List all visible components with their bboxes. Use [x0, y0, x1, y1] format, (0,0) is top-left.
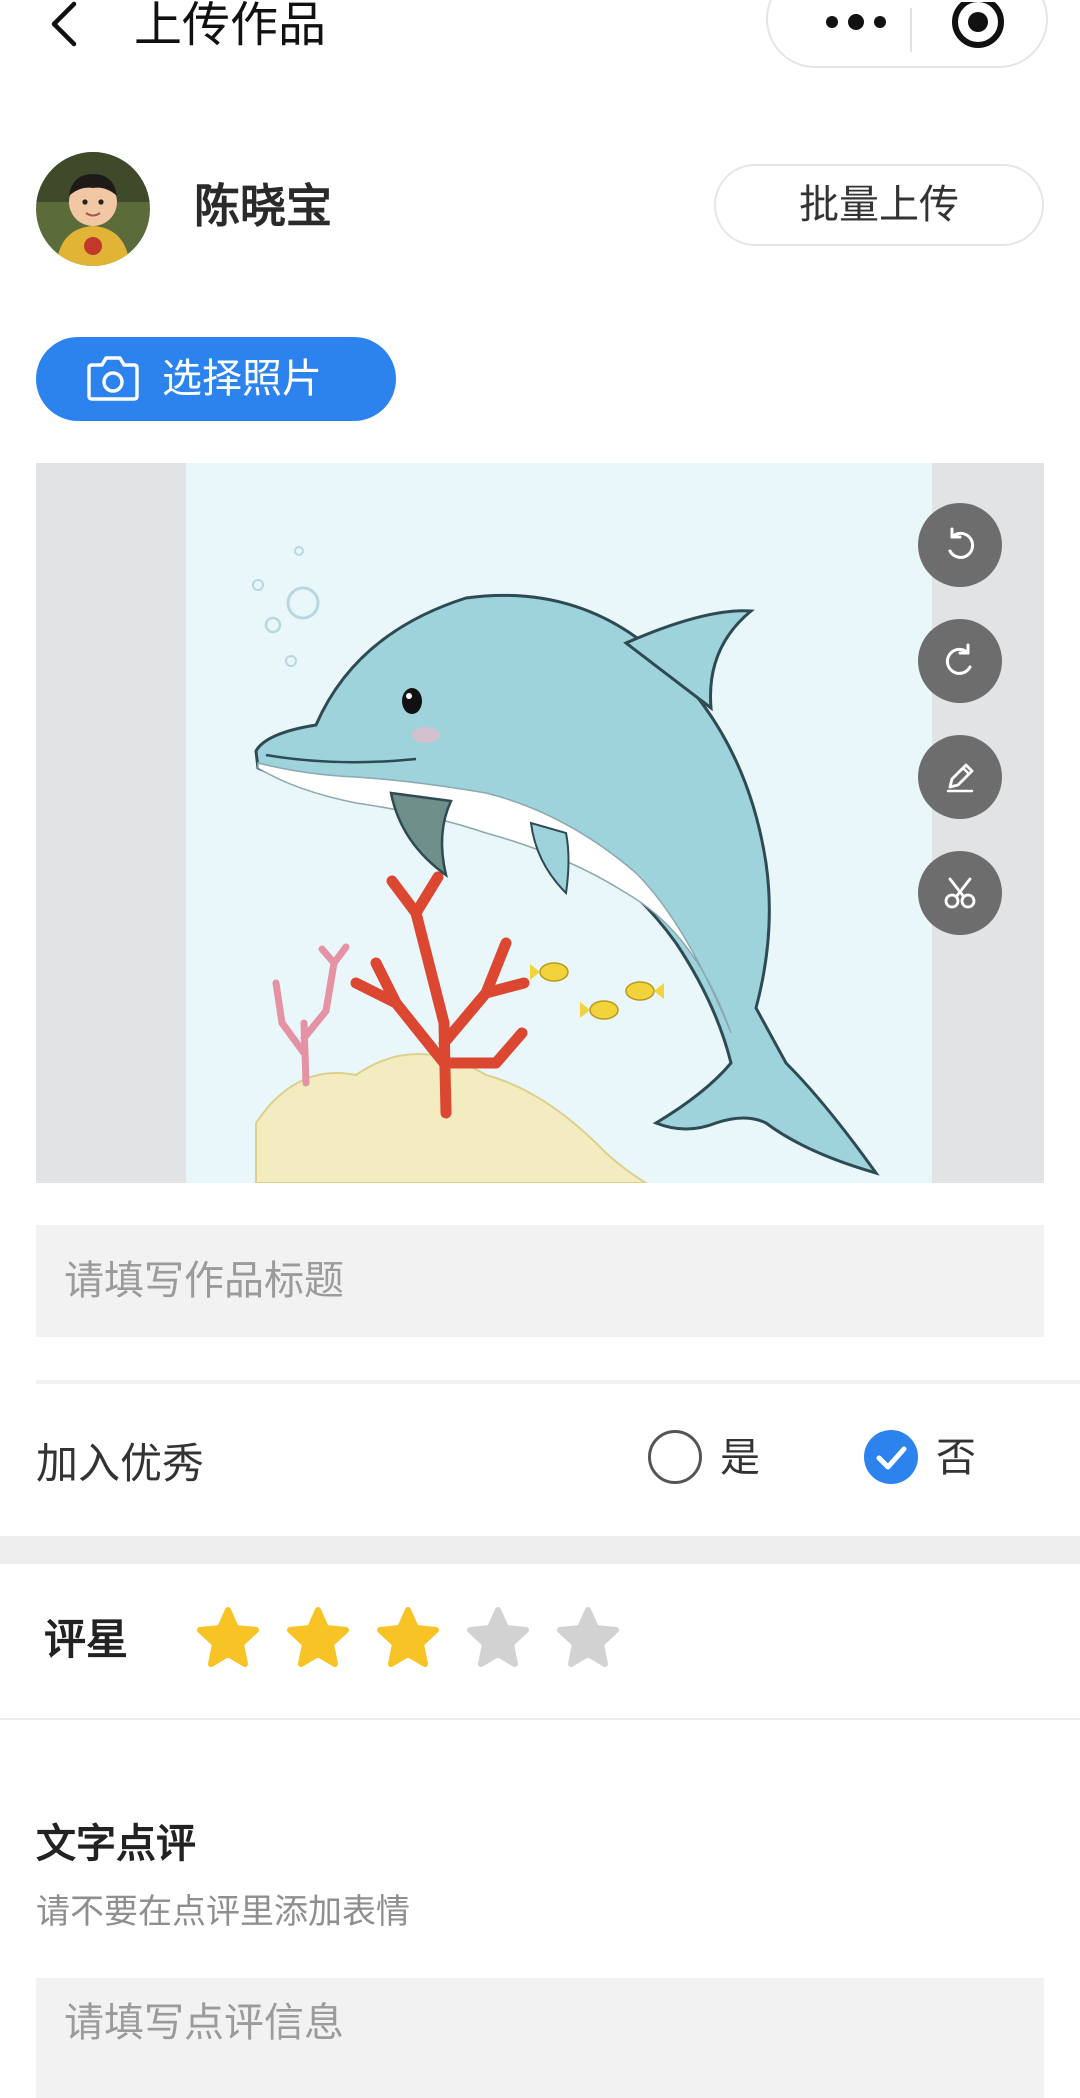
more-button[interactable] [806, 2, 906, 58]
rotate-left-icon [948, 527, 975, 559]
select-photo-button[interactable]: 选择照片 [36, 337, 396, 421]
close-miniprogram-button[interactable] [928, 0, 1028, 58]
radio-no[interactable]: 否 [864, 1430, 1024, 1490]
chevron-left-icon [51, 1, 77, 47]
more-dots-icon [826, 14, 886, 30]
avatar [36, 152, 150, 266]
star-rating[interactable] [196, 1606, 636, 1670]
scissors-icon [944, 877, 976, 909]
photo-editor [36, 463, 1044, 1183]
target-icon [952, 0, 1004, 48]
radio-no-label: 否 [936, 1435, 976, 1481]
batch-upload-button[interactable]: 批量上传 [714, 164, 1044, 246]
pencil-icon [946, 763, 974, 793]
camera-icon [86, 353, 140, 403]
excellent-label: 加入优秀 [36, 1439, 205, 1488]
radio-checked-icon [864, 1430, 918, 1484]
radio-yes-label: 是 [720, 1435, 760, 1481]
divider [36, 1380, 1080, 1384]
work-title-input[interactable]: 请填写作品标题 [36, 1225, 1044, 1337]
capsule-divider [910, 8, 912, 52]
divider [0, 1718, 1080, 1720]
select-photo-label: 选择照片 [162, 356, 322, 402]
page-title: 上传作品 [134, 0, 327, 53]
header-bar: 上传作品 [0, 0, 1080, 86]
rotate-right-icon [945, 643, 972, 675]
radio-unchecked-icon [648, 1430, 702, 1484]
comment-title: 文字点评 [36, 1821, 196, 1867]
star-empty-icon[interactable] [556, 1606, 620, 1670]
star-filled-icon[interactable] [286, 1606, 350, 1670]
star-filled-icon[interactable] [376, 1606, 440, 1670]
star-filled-icon[interactable] [196, 1606, 260, 1670]
edit-button[interactable] [918, 735, 1002, 819]
comment-hint: 请不要在点评里添加表情 [36, 1892, 410, 1932]
radio-yes[interactable]: 是 [648, 1430, 818, 1490]
mini-program-capsule [766, 0, 1048, 68]
crop-button[interactable] [918, 851, 1002, 935]
student-name: 陈晓宝 [194, 179, 332, 233]
artwork-image [186, 463, 932, 1183]
section-separator [0, 1536, 1080, 1564]
comment-input[interactable]: 请填写点评信息 [36, 1978, 1044, 2098]
rotate-right-button[interactable] [918, 619, 1002, 703]
star-empty-icon[interactable] [466, 1606, 530, 1670]
back-button[interactable] [44, 0, 84, 50]
rotate-left-button[interactable] [918, 503, 1002, 587]
rating-label: 评星 [44, 1615, 129, 1664]
